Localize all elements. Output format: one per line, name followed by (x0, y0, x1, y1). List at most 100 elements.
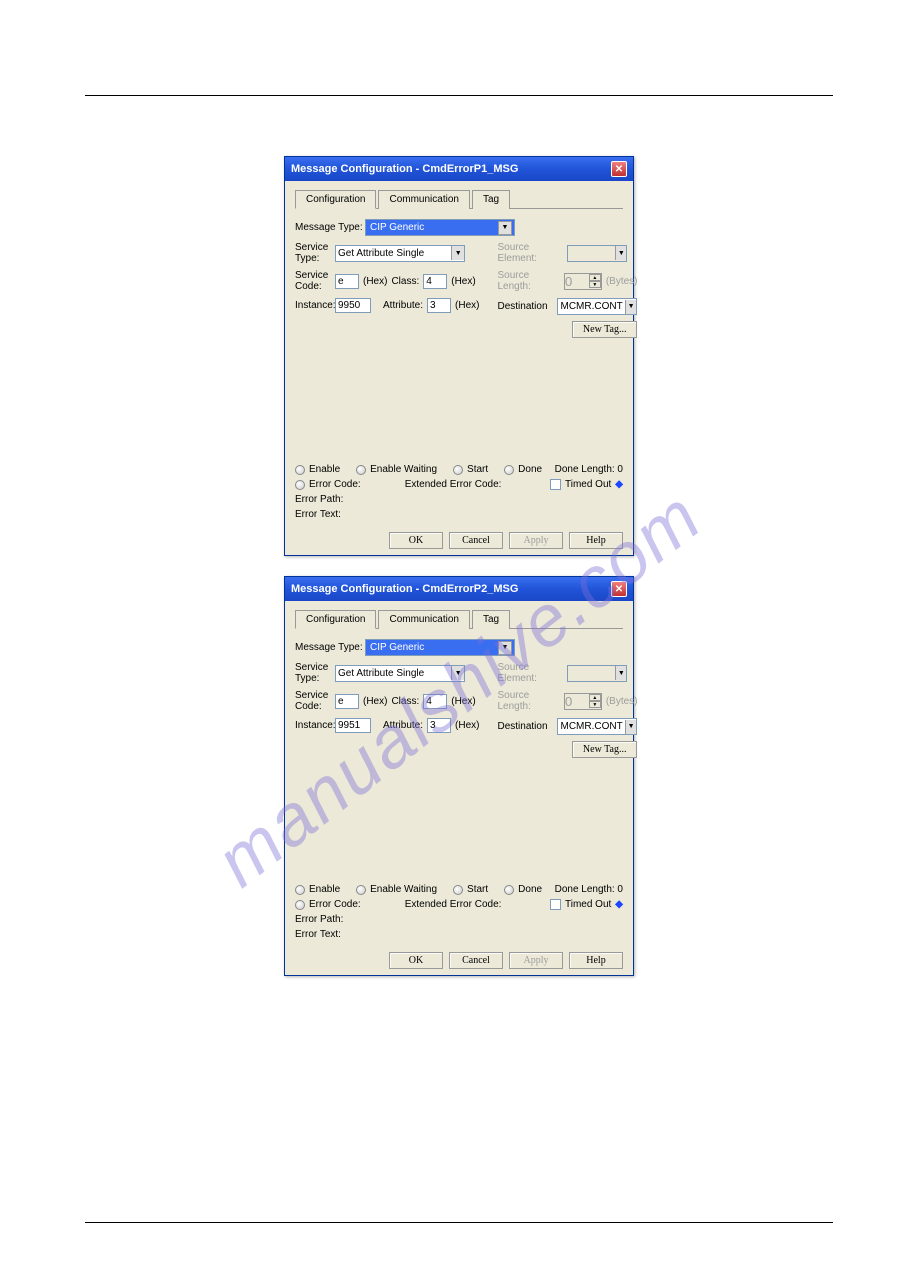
status-indicator-icon (295, 480, 305, 490)
start-label: Start (467, 464, 488, 475)
error-code-label: Error Code: (309, 899, 361, 910)
message-type-value: CIP Generic (370, 642, 424, 653)
hex-label: (Hex) (363, 696, 387, 707)
help-button[interactable]: Help (569, 952, 623, 969)
status-indicator-icon (356, 465, 366, 475)
apply-button: Apply (509, 532, 563, 549)
instance-input[interactable] (335, 718, 371, 733)
timed-out-checkbox[interactable] (550, 479, 561, 490)
bytes-label: (Bytes) (606, 696, 638, 707)
ok-button[interactable]: OK (389, 952, 443, 969)
done-label: Done (518, 464, 542, 475)
help-button[interactable]: Help (569, 532, 623, 549)
source-length-value (565, 274, 589, 289)
spin-up-icon: ▲ (589, 274, 601, 281)
service-type-dropdown[interactable]: ▼ (335, 665, 465, 682)
chevron-down-icon: ▼ (625, 720, 637, 734)
new-tag-button[interactable]: New Tag... (572, 741, 638, 758)
start-label: Start (467, 884, 488, 895)
attribute-label: Attribute: (383, 300, 423, 311)
page-header-rule (85, 95, 833, 96)
status-indicator-icon (295, 885, 305, 895)
timed-out-label: Timed Out (565, 899, 611, 910)
service-code-label: Service Code: (295, 270, 335, 292)
new-tag-button[interactable]: New Tag... (572, 321, 638, 338)
message-type-dropdown[interactable]: CIP Generic ▼ (365, 219, 515, 236)
class-label: Class: (391, 696, 419, 707)
status-indicator-icon (504, 885, 514, 895)
destination-label: Destination (497, 301, 557, 312)
timed-out-label: Timed Out (565, 479, 611, 490)
hex-label: (Hex) (363, 276, 387, 287)
class-label: Class: (391, 276, 419, 287)
service-type-label: Service Type: (295, 662, 335, 684)
status-indicator-icon (453, 885, 463, 895)
tab-communication[interactable]: Communication (378, 610, 469, 629)
ext-error-code-label: Extended Error Code: (405, 899, 502, 910)
spin-up-icon: ▲ (589, 694, 601, 701)
spin-down-icon: ▼ (589, 281, 601, 288)
timed-out-checkbox[interactable] (550, 899, 561, 910)
source-length-label: Source Length: (497, 690, 563, 712)
chevron-down-icon: ▼ (498, 641, 512, 655)
destination-value[interactable] (558, 720, 624, 733)
window-title: Message Configuration - CmdErrorP1_MSG (291, 163, 518, 175)
attribute-input[interactable] (427, 298, 451, 313)
service-code-input[interactable] (335, 274, 359, 289)
tab-configuration[interactable]: Configuration (295, 190, 376, 209)
service-code-input[interactable] (335, 694, 359, 709)
titlebar: Message Configuration - CmdErrorP1_MSG ✕ (285, 157, 633, 181)
hex-label: (Hex) (451, 696, 475, 707)
message-type-dropdown[interactable]: CIP Generic ▼ (365, 639, 515, 656)
ok-button[interactable]: OK (389, 532, 443, 549)
tab-tag[interactable]: Tag (472, 190, 510, 209)
class-input[interactable] (423, 694, 447, 709)
destination-label: Destination (497, 721, 557, 732)
status-indicator-icon (356, 885, 366, 895)
destination-value[interactable] (558, 300, 624, 313)
service-type-dropdown[interactable]: ▼ (335, 245, 465, 262)
close-icon[interactable]: ✕ (611, 161, 627, 177)
source-element-value (568, 667, 615, 680)
cancel-button[interactable]: Cancel (449, 952, 503, 969)
destination-dropdown[interactable]: ▼ (557, 718, 637, 735)
bytes-label: (Bytes) (606, 276, 638, 287)
status-indicator-icon (504, 465, 514, 475)
message-type-label: Message Type: (295, 642, 365, 653)
source-length-value (565, 694, 589, 709)
service-type-label: Service Type: (295, 242, 335, 264)
destination-dropdown[interactable]: ▼ (557, 298, 637, 315)
instance-label: Instance: (295, 720, 335, 731)
tab-communication[interactable]: Communication (378, 190, 469, 209)
error-path-label: Error Path: (295, 914, 343, 925)
hex-label: (Hex) (451, 276, 475, 287)
error-path-label: Error Path: (295, 494, 343, 505)
message-type-value: CIP Generic (370, 222, 424, 233)
source-length-label: Source Length: (497, 270, 563, 292)
class-input[interactable] (423, 274, 447, 289)
service-type-value[interactable] (336, 667, 451, 680)
spin-down-icon: ▼ (589, 701, 601, 708)
message-config-dialog-1: Message Configuration - CmdErrorP1_MSG ✕… (284, 156, 634, 556)
error-text-label: Error Text: (295, 929, 341, 940)
enable-label: Enable (309, 464, 340, 475)
attribute-input[interactable] (427, 718, 451, 733)
tabs: Configuration Communication Tag (295, 609, 623, 629)
status-indicator-icon (295, 465, 305, 475)
tab-tag[interactable]: Tag (472, 610, 510, 629)
message-config-dialog-2: Message Configuration - CmdErrorP2_MSG ✕… (284, 576, 634, 976)
close-icon[interactable]: ✕ (611, 581, 627, 597)
tabs: Configuration Communication Tag (295, 189, 623, 209)
chevron-down-icon: ▼ (451, 246, 464, 260)
hex-label: (Hex) (455, 720, 479, 731)
source-element-value (568, 247, 615, 260)
status-indicator-icon (453, 465, 463, 475)
source-element-label: Source Element: (497, 662, 567, 684)
instance-input[interactable] (335, 298, 371, 313)
cancel-button[interactable]: Cancel (449, 532, 503, 549)
service-type-value[interactable] (336, 247, 451, 260)
service-code-label: Service Code: (295, 690, 335, 712)
chevron-down-icon: ▼ (451, 666, 464, 680)
chevron-down-icon: ▼ (625, 300, 637, 314)
tab-configuration[interactable]: Configuration (295, 610, 376, 629)
